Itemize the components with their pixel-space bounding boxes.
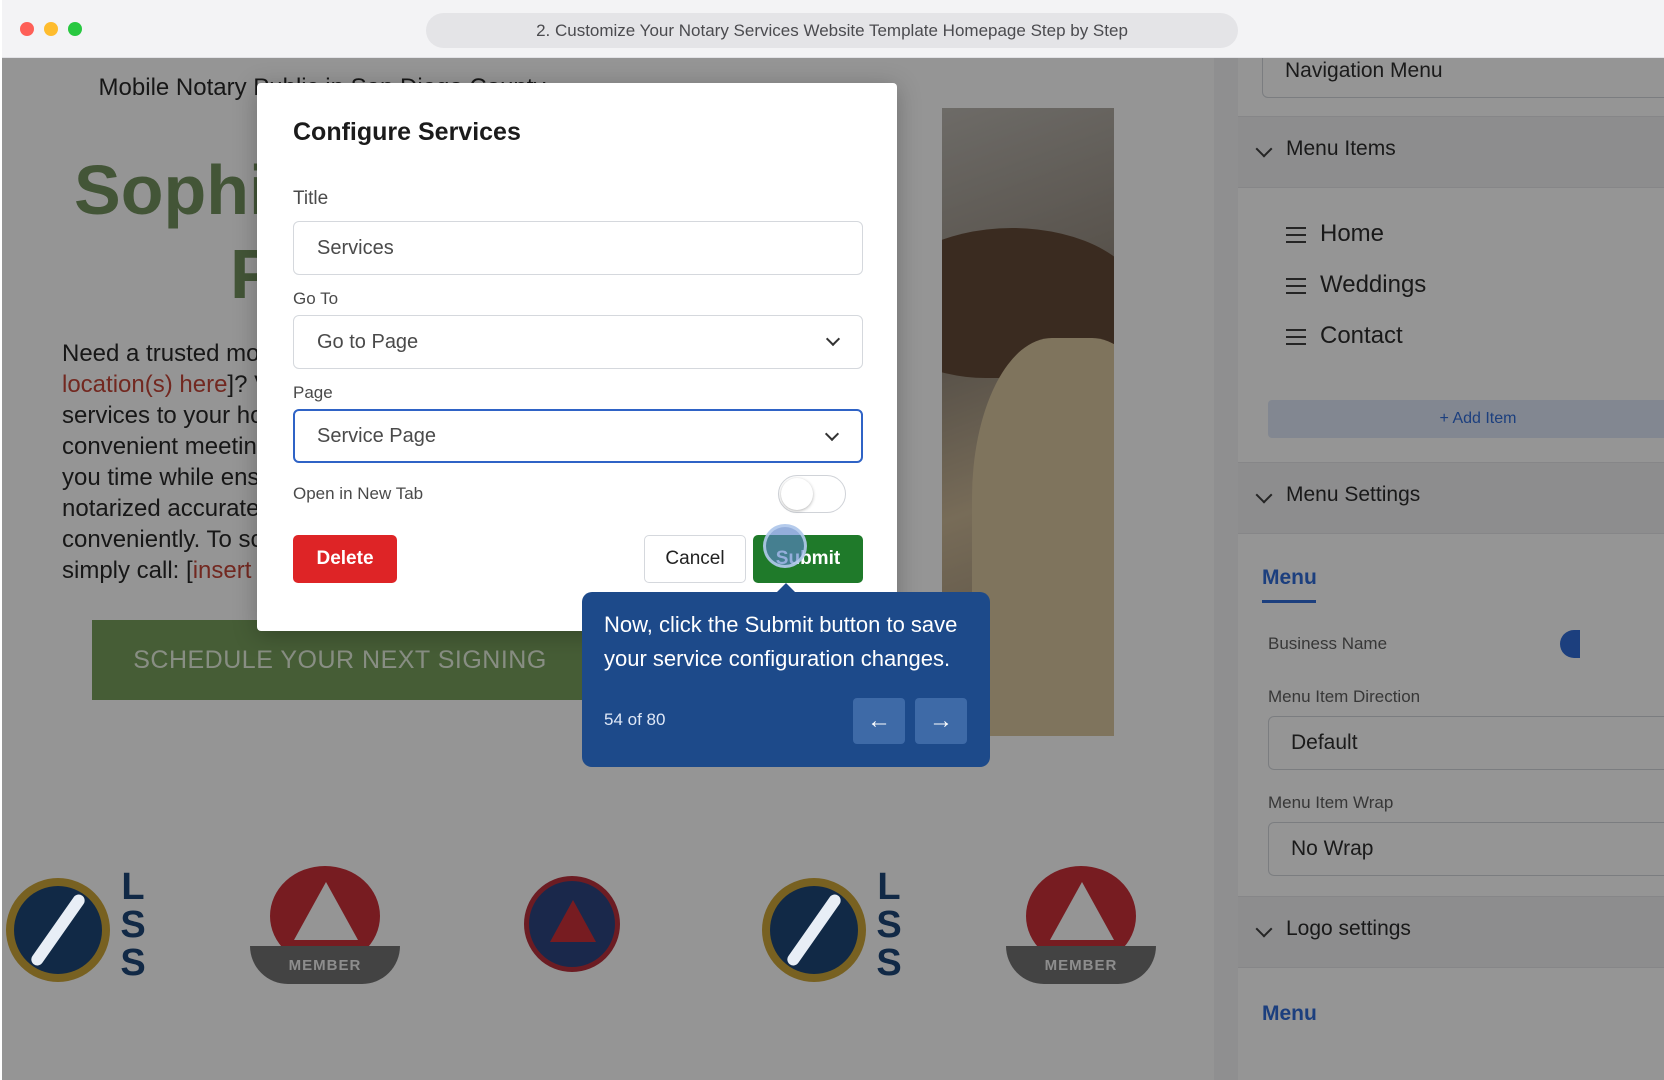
title-input[interactable]: Services: [293, 221, 863, 275]
open-in-new-tab-toggle[interactable]: [778, 475, 846, 513]
tooltip-message: Now, click the Submit button to save you…: [604, 612, 958, 671]
next-step-button[interactable]: →: [915, 698, 967, 744]
title-bar: 2. Customize Your Notary Services Websit…: [2, 0, 1664, 58]
step-counter: 54 of 80: [604, 710, 666, 729]
toggle-knob: [781, 478, 813, 510]
guide-tooltip: Now, click the Submit button to save you…: [582, 583, 990, 767]
page-viewport: Mobile Notary Public in San Diego County…: [2, 58, 1664, 1080]
go-to-value: Go to Page: [317, 331, 419, 353]
minimize-window-button[interactable]: [44, 22, 58, 36]
cancel-button[interactable]: Cancel: [644, 535, 746, 583]
chevron-down-icon: [824, 426, 840, 442]
close-window-button[interactable]: [20, 22, 34, 36]
arrow-left-icon: ←: [867, 707, 891, 734]
page-label: Page: [293, 383, 333, 402]
delete-button[interactable]: Delete: [293, 535, 397, 583]
previous-step-button[interactable]: ←: [853, 698, 905, 744]
arrow-right-icon: →: [929, 707, 953, 734]
title-label: Title: [293, 188, 329, 209]
browser-window: 2. Customize Your Notary Services Websit…: [2, 0, 1664, 1080]
address-bar[interactable]: 2. Customize Your Notary Services Websit…: [426, 13, 1238, 48]
go-to-label: Go To: [293, 289, 339, 308]
dialog-title: Configure Services: [293, 118, 521, 146]
page-select[interactable]: Service Page: [293, 409, 863, 463]
open-in-new-tab-label: Open in New Tab: [293, 484, 424, 503]
page-value: Service Page: [317, 425, 436, 447]
go-to-select[interactable]: Go to Page: [293, 315, 863, 369]
chevron-down-icon: [825, 331, 841, 347]
maximize-window-button[interactable]: [68, 22, 82, 36]
click-indicator: [763, 524, 807, 568]
